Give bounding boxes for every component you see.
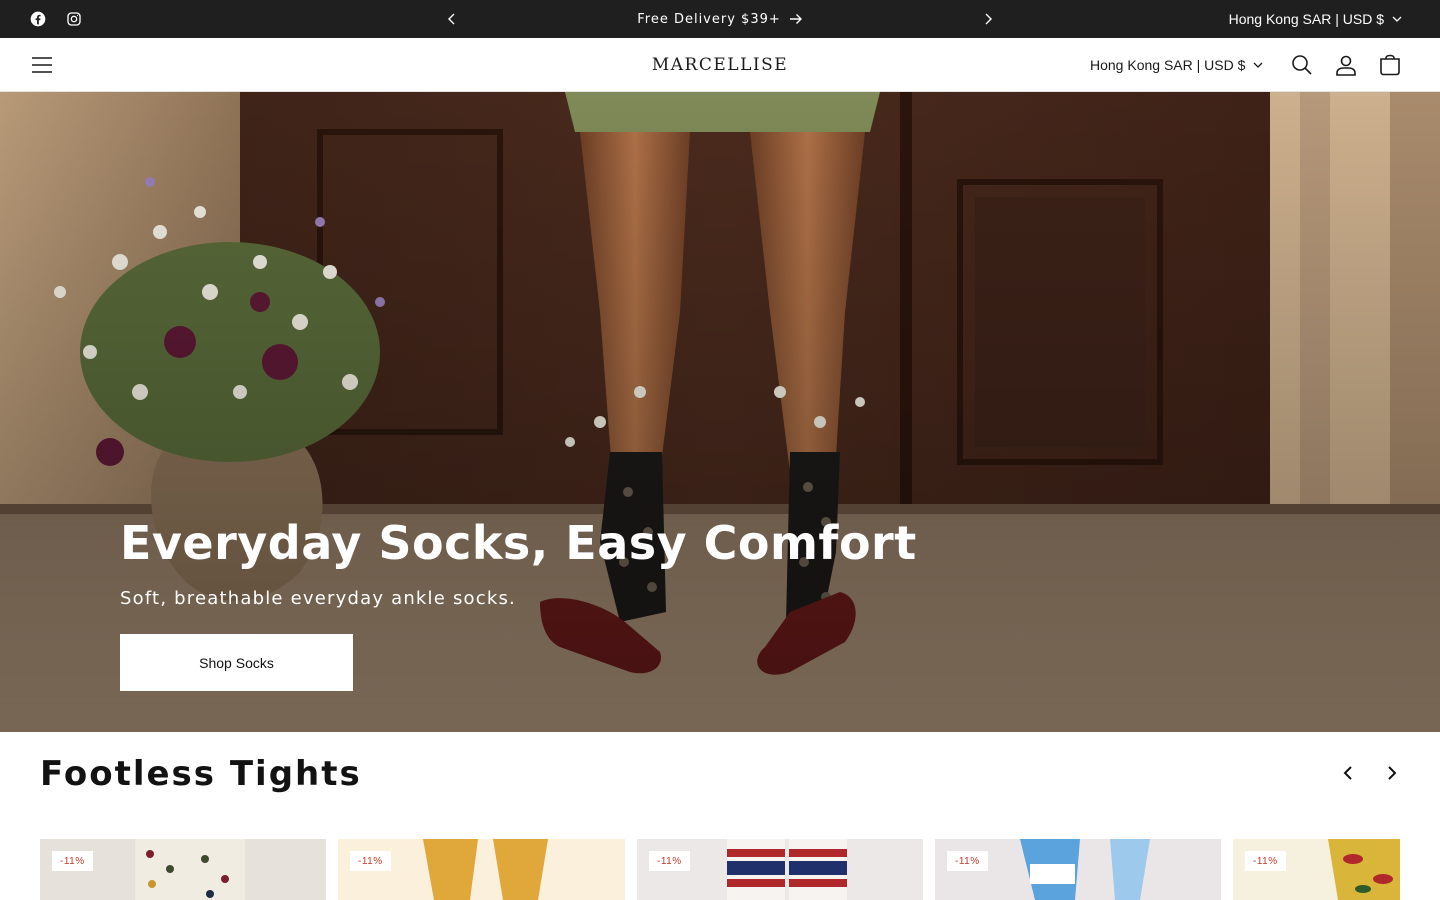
cart-icon bbox=[1380, 54, 1400, 76]
site-logo[interactable]: MARCELLISE bbox=[620, 38, 820, 92]
shop-socks-button[interactable]: Shop Socks bbox=[120, 634, 353, 691]
hero-banner: Everyday Socks, Easy Comfort Soft, breat… bbox=[0, 92, 1440, 732]
chevron-down-icon bbox=[1253, 62, 1263, 68]
sale-badge: -11% bbox=[1245, 851, 1286, 871]
announcement-message: Free Delivery $39+ bbox=[637, 11, 781, 27]
region-label: Hong Kong SAR | USD $ bbox=[1090, 57, 1246, 73]
announcement-next-button[interactable] bbox=[977, 8, 999, 30]
collection-next-button[interactable] bbox=[1378, 759, 1406, 787]
chevron-down-icon bbox=[1392, 16, 1402, 22]
sale-badge: -11% bbox=[649, 851, 690, 871]
product-card[interactable]: -11% bbox=[1233, 839, 1400, 900]
announcement-bar: Free Delivery $39+ Hong Kong SAR | USD $ bbox=[0, 0, 1440, 38]
region-label: Hong Kong SAR | USD $ bbox=[1228, 11, 1384, 27]
account-icon bbox=[1336, 55, 1356, 76]
header-region-selector[interactable]: Hong Kong SAR | USD $ bbox=[1090, 38, 1263, 92]
menu-icon bbox=[32, 57, 52, 73]
instagram-icon[interactable] bbox=[64, 9, 84, 29]
collection-title: Footless Tights bbox=[40, 754, 362, 794]
sale-badge: -11% bbox=[947, 851, 988, 871]
sale-badge: -11% bbox=[350, 851, 391, 871]
announcement-region-selector[interactable]: Hong Kong SAR | USD $ bbox=[1229, 0, 1402, 38]
product-card[interactable]: -11% bbox=[40, 839, 326, 900]
collection-prev-button[interactable] bbox=[1334, 759, 1362, 787]
sale-badge: -11% bbox=[52, 851, 93, 871]
announcement-prev-button[interactable] bbox=[441, 8, 463, 30]
product-card[interactable]: -11% bbox=[338, 839, 625, 900]
chevron-left-icon bbox=[1343, 766, 1352, 780]
chevron-left-icon bbox=[448, 13, 455, 25]
hero-title: Everyday Socks, Easy Comfort bbox=[120, 516, 917, 570]
product-card[interactable]: -11% bbox=[637, 839, 923, 900]
chevron-right-icon bbox=[1388, 766, 1397, 780]
site-header: MARCELLISE Hong Kong SAR | USD $ bbox=[0, 38, 1440, 92]
chevron-right-icon bbox=[985, 13, 992, 25]
facebook-icon[interactable] bbox=[28, 9, 48, 29]
arrow-right-icon bbox=[789, 14, 802, 24]
search-button[interactable] bbox=[1288, 51, 1316, 79]
search-icon bbox=[1292, 55, 1312, 75]
hero-subtitle: Soft, breathable everyday ankle socks. bbox=[120, 588, 516, 609]
menu-button[interactable] bbox=[28, 51, 56, 79]
account-button[interactable] bbox=[1332, 51, 1360, 79]
announcement-link[interactable]: Free Delivery $39+ bbox=[600, 0, 840, 38]
cart-button[interactable] bbox=[1376, 51, 1404, 79]
product-card[interactable]: -11% bbox=[935, 839, 1221, 900]
